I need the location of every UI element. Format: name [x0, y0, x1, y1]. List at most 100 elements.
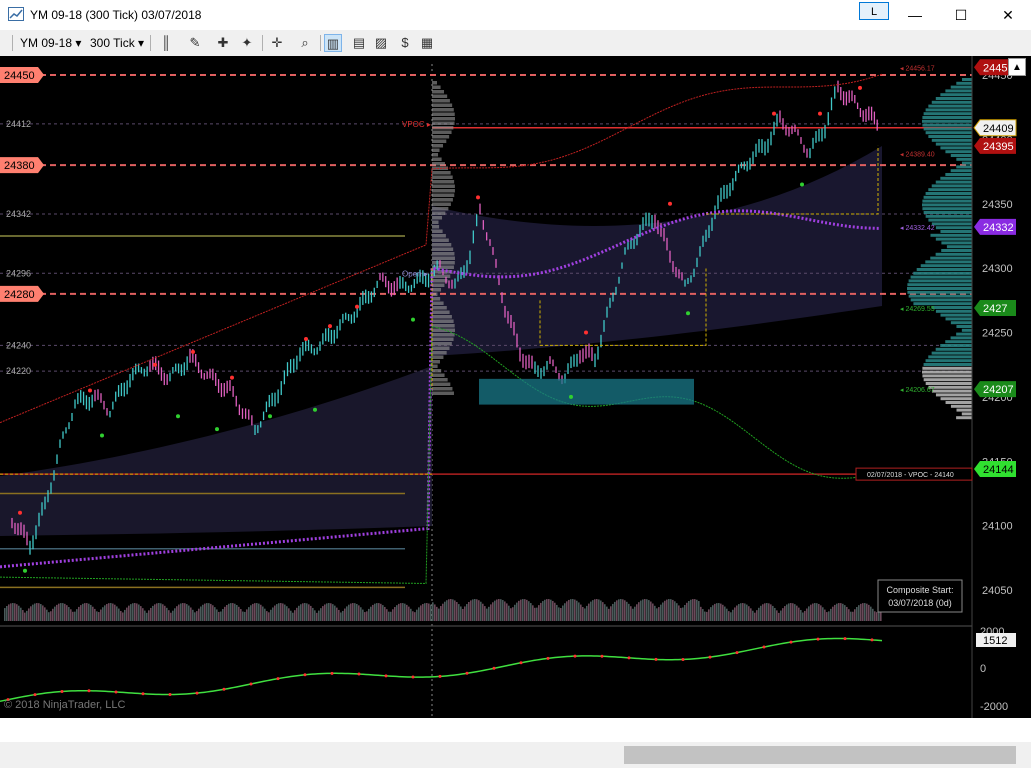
volume-bar	[320, 608, 322, 621]
session-profile-bar	[432, 81, 437, 85]
delta-marker	[330, 671, 334, 675]
volume-bar	[816, 603, 818, 621]
properties-icon[interactable]: ▦	[418, 34, 436, 52]
volume-bar	[858, 605, 860, 621]
volume-bar	[664, 600, 666, 621]
volume-bar	[328, 603, 330, 621]
link-button[interactable]: L	[859, 2, 889, 20]
maximize-icon[interactable]: ☐	[946, 4, 976, 26]
level-label: 24342	[6, 209, 31, 219]
volume-bar	[192, 609, 194, 621]
volume-bar	[414, 612, 416, 621]
volume-bar	[130, 604, 132, 621]
scrollbar-thumb[interactable]	[624, 746, 1016, 764]
volume-bar	[34, 603, 36, 621]
volume-bar	[740, 603, 742, 621]
volume-bar	[326, 603, 328, 621]
copyright-text: © 2018 NinjaTrader, LLC	[4, 699, 125, 711]
session-profile-bar	[432, 202, 451, 206]
level-label: 24412	[6, 119, 31, 129]
profile-bar	[922, 366, 972, 370]
zoom-icon[interactable]: ⌕	[296, 34, 314, 52]
profile-bar	[920, 264, 972, 268]
chart-trader-icon[interactable]: ▥	[324, 34, 342, 52]
session-profile-bar	[432, 297, 441, 301]
period-selector[interactable]: 300 Tick ▾	[90, 33, 144, 53]
volume-bar	[164, 605, 166, 621]
volume-bar	[642, 599, 644, 621]
volume-bar	[768, 603, 770, 621]
swing-point	[355, 304, 359, 309]
profile-bar	[950, 169, 972, 173]
volume-bar	[72, 611, 74, 621]
chart-canvas[interactable]: 2445024412243802434224296242802424024220…	[0, 56, 1031, 718]
delta-marker	[492, 666, 496, 670]
toolbar-separator	[320, 35, 321, 51]
money-icon[interactable]: $	[396, 34, 414, 52]
volume-bar	[346, 606, 348, 621]
volume-bar	[60, 603, 62, 621]
volume-bar	[738, 604, 740, 621]
session-profile-bar	[432, 85, 441, 89]
volume-bar	[160, 603, 162, 621]
vpoc-annotation: VPOC ▸	[402, 120, 431, 129]
profile-bar	[922, 203, 972, 207]
session-profile-bar	[432, 121, 455, 125]
session-profile-bar	[432, 342, 452, 346]
volume-bar	[736, 605, 738, 621]
add-indicator-icon[interactable]: ✚	[214, 34, 232, 52]
volume-bar	[660, 604, 662, 621]
chart-panel[interactable]: 24450 24412 24380 24342 24296 24280 24240 24220…	[0, 56, 1031, 718]
data-series-icon[interactable]: ▤	[350, 34, 368, 52]
volume-bar	[516, 602, 518, 621]
session-profile-bar	[432, 148, 440, 152]
crosshair-icon[interactable]: ✛	[268, 34, 286, 52]
volume-bar	[546, 599, 548, 621]
delta-marker	[762, 645, 766, 649]
swing-point	[18, 510, 22, 515]
delta-marker	[60, 689, 64, 693]
price-tick: 24050	[982, 585, 1013, 597]
swing-point	[476, 195, 480, 200]
volume-bar	[496, 599, 498, 621]
volume-bar	[162, 604, 164, 621]
session-profile-bar	[432, 108, 454, 112]
volume-bar	[718, 603, 720, 621]
pencil-draw-icon[interactable]: ✎	[186, 34, 204, 52]
volume-bar	[558, 607, 560, 621]
delta-marker	[303, 673, 307, 677]
volume-bar	[758, 607, 760, 621]
volume-bar	[606, 606, 608, 621]
level-tag-label: 24450	[4, 70, 35, 82]
profile-bar	[931, 184, 972, 188]
volume-bar	[132, 603, 134, 621]
scroll-up-icon[interactable]: ▲	[1008, 58, 1026, 76]
profile-bar	[935, 142, 972, 146]
instrument-selector[interactable]: YM 09-18 ▾	[20, 33, 81, 53]
swing-point	[268, 414, 272, 419]
profile-bar	[940, 176, 972, 180]
strategy-icon[interactable]: ✦	[238, 34, 256, 52]
session-profile-bar	[432, 256, 455, 260]
chart-image-icon[interactable]: ▨	[372, 34, 390, 52]
volume-bar	[424, 603, 426, 621]
volume-bar	[652, 603, 654, 621]
volume-bar	[830, 608, 832, 621]
minimize-icon[interactable]: —	[900, 4, 930, 26]
volume-bar	[620, 599, 622, 621]
profile-bar	[922, 116, 972, 119]
volume-bar	[62, 603, 64, 621]
volume-bar	[468, 601, 470, 621]
horizontal-scrollbar[interactable]	[0, 742, 1031, 768]
swing-point	[230, 375, 234, 380]
volume-bar	[486, 608, 488, 621]
volume-bar	[600, 600, 602, 621]
open-annotation: Open ▸	[402, 269, 428, 278]
profile-bar	[913, 302, 972, 306]
close-icon[interactable]: ✕	[993, 4, 1023, 26]
volume-bar	[186, 604, 188, 621]
volume-bar	[538, 605, 540, 621]
profile-bar	[931, 222, 972, 226]
bar-style-icon[interactable]: ║	[157, 34, 175, 52]
volume-bar	[8, 604, 10, 621]
